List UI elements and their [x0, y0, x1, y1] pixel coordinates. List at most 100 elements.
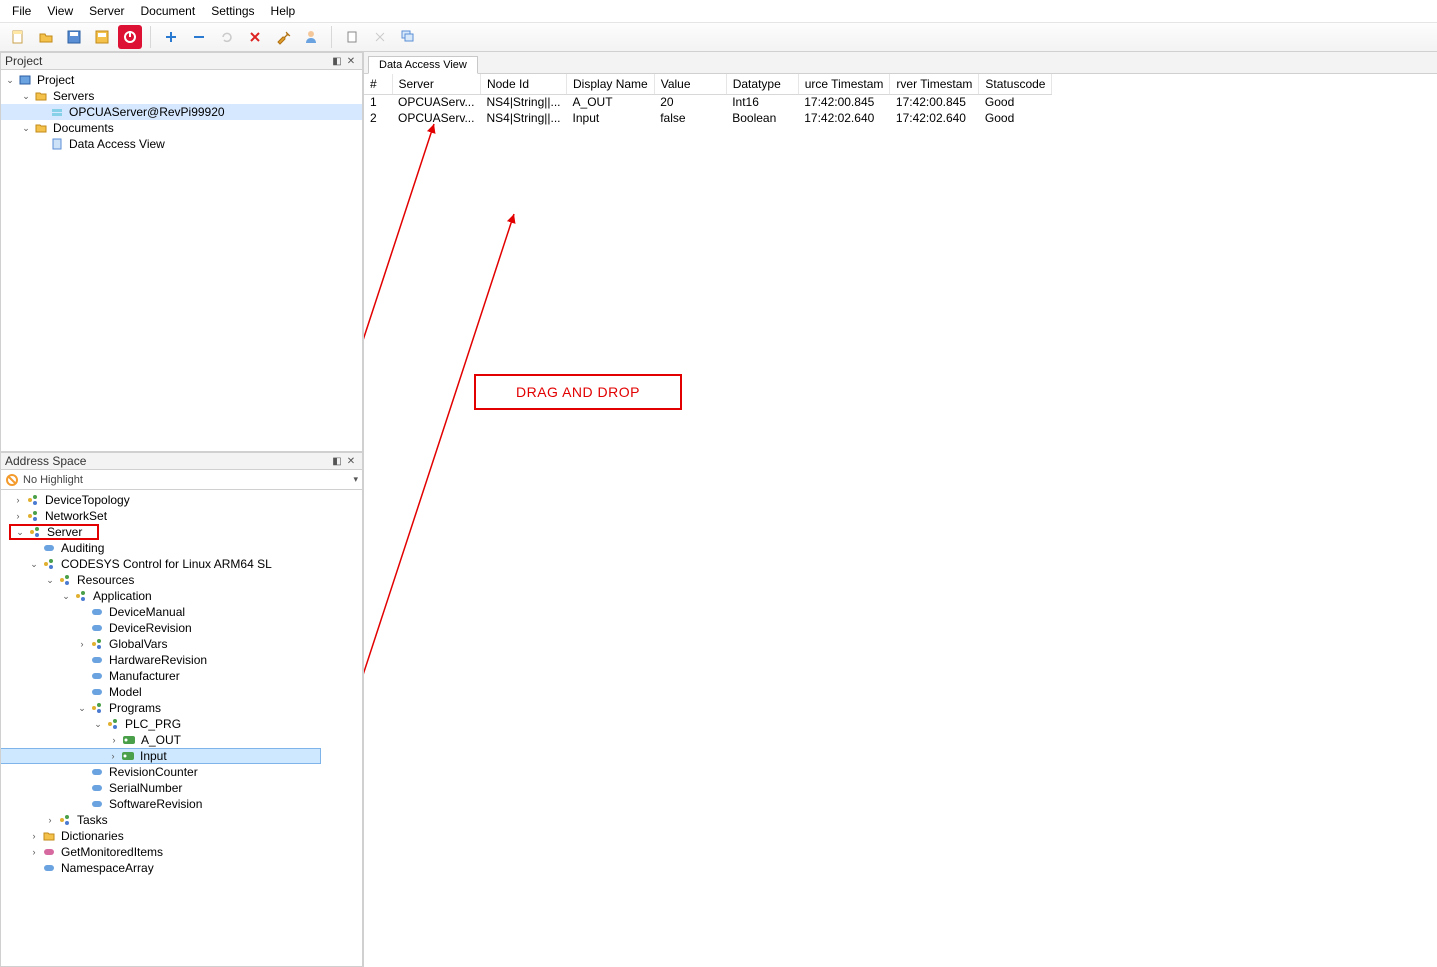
tree-get-monitored-items[interactable]: ›GetMonitoredItems	[25, 844, 362, 860]
tree-documents[interactable]: ⌄ Documents	[17, 120, 362, 136]
cell-nodeid: NS4|String||...	[480, 94, 566, 110]
chevron-right-icon[interactable]: ›	[43, 815, 57, 825]
panel-pin-icon[interactable]: ◧	[330, 456, 344, 467]
save-all-button[interactable]	[90, 25, 114, 49]
cell-server: OPCUAServ...	[392, 110, 480, 126]
tree-device-topology[interactable]: ›DeviceTopology	[9, 492, 362, 508]
tree-dav-doc[interactable]: Data Access View	[33, 136, 362, 152]
menu-view[interactable]: View	[39, 2, 81, 20]
highlight-dropdown[interactable]: No Highlight ▾	[0, 470, 363, 490]
open-button[interactable]	[34, 25, 58, 49]
settings-button[interactable]	[271, 25, 295, 49]
tree-dictionaries[interactable]: ›Dictionaries	[25, 828, 362, 844]
cell-value: 20	[654, 94, 726, 110]
tree-revision-counter[interactable]: RevisionCounter	[73, 764, 362, 780]
add-button[interactable]	[159, 25, 183, 49]
project-tree[interactable]: ⌄ Project ⌄ Servers	[0, 70, 363, 452]
menu-settings[interactable]: Settings	[203, 2, 262, 20]
save-all-icon	[94, 29, 110, 45]
chevron-down-icon[interactable]: ▾	[353, 474, 358, 485]
tree-resources[interactable]: ⌄Resources	[41, 572, 362, 588]
col-display-name[interactable]: Display Name	[567, 74, 655, 94]
col-statuscode[interactable]: Statuscode	[979, 74, 1052, 94]
tree-programs[interactable]: ⌄Programs	[73, 700, 362, 716]
tree-network-set[interactable]: ›NetworkSet	[9, 508, 362, 524]
tree-serial-number[interactable]: SerialNumber	[73, 780, 362, 796]
cell-src: 17:42:02.640	[798, 110, 890, 126]
refresh-button[interactable]	[215, 25, 239, 49]
new-doc-button[interactable]	[6, 25, 30, 49]
table-row[interactable]: 1OPCUAServ...NS4|String||...A_OUT20Int16…	[364, 94, 1052, 110]
chevron-down-icon[interactable]: ⌄	[13, 527, 27, 538]
chevron-down-icon[interactable]: ⌄	[19, 91, 33, 102]
col-node-id[interactable]: Node Id	[480, 74, 566, 94]
minus-icon	[192, 30, 206, 44]
chevron-right-icon[interactable]: ›	[75, 639, 89, 649]
power-button[interactable]	[118, 25, 142, 49]
menu-server[interactable]: Server	[81, 2, 132, 20]
data-access-view[interactable]: #ServerNode IdDisplay NameValueDatatypeu…	[364, 74, 1437, 967]
remove-button[interactable]	[187, 25, 211, 49]
chevron-down-icon[interactable]: ⌄	[27, 559, 41, 570]
clipboard-icon	[345, 30, 359, 44]
cut-button[interactable]	[368, 25, 392, 49]
dav-table[interactable]: #ServerNode IdDisplay NameValueDatatypeu…	[364, 74, 1052, 126]
tree-global-vars[interactable]: ›GlobalVars	[73, 636, 362, 652]
tree-manufacturer[interactable]: Manufacturer	[73, 668, 362, 684]
tree-namespace-array[interactable]: NamespaceArray	[25, 860, 362, 876]
tree-servers[interactable]: ⌄ Servers	[17, 88, 362, 104]
panel-close-icon[interactable]: ✕	[344, 56, 358, 67]
annotation-arrows	[364, 74, 1064, 844]
col--[interactable]: #	[364, 74, 392, 94]
chevron-right-icon[interactable]: ›	[107, 735, 121, 745]
chevron-down-icon[interactable]: ⌄	[91, 719, 105, 730]
tree-plc-prg[interactable]: ⌄PLC_PRG	[89, 716, 362, 732]
menu-file[interactable]: File	[4, 2, 39, 20]
col-value[interactable]: Value	[654, 74, 726, 94]
tree-server-node[interactable]: OPCUAServer@RevPi99920	[0, 104, 362, 120]
col-urce-timestam[interactable]: urce Timestam	[798, 74, 890, 94]
tree-application[interactable]: ⌄Application	[57, 588, 362, 604]
table-row[interactable]: 2OPCUAServ...NS4|String||...InputfalseBo…	[364, 110, 1052, 126]
chevron-down-icon[interactable]: ⌄	[19, 123, 33, 134]
address-tree[interactable]: ›DeviceTopology ›NetworkSet ⌄Server Audi…	[0, 490, 363, 967]
panel-pin-icon[interactable]: ◧	[330, 56, 344, 67]
windows-button[interactable]	[396, 25, 420, 49]
chevron-down-icon[interactable]: ⌄	[43, 575, 57, 586]
tree-device-manual[interactable]: DeviceManual	[73, 604, 362, 620]
tree-input[interactable]: ›Input	[0, 748, 321, 764]
plus-icon	[164, 30, 178, 44]
tree-codesys[interactable]: ⌄CODESYS Control for Linux ARM64 SL	[25, 556, 362, 572]
col-rver-timestam[interactable]: rver Timestam	[890, 74, 979, 94]
col-datatype[interactable]: Datatype	[726, 74, 798, 94]
tree-hardware-revision[interactable]: HardwareRevision	[73, 652, 362, 668]
tab-data-access-view[interactable]: Data Access View	[368, 56, 478, 74]
tree-server[interactable]: ⌄Server	[9, 524, 99, 540]
menu-document[interactable]: Document	[132, 2, 203, 20]
chevron-down-icon[interactable]: ⌄	[59, 591, 73, 602]
save-button[interactable]	[62, 25, 86, 49]
tree-model[interactable]: Model	[73, 684, 362, 700]
chevron-right-icon[interactable]: ›	[106, 751, 120, 761]
panel-close-icon[interactable]: ✕	[344, 456, 358, 467]
tree-auditing[interactable]: Auditing	[25, 540, 362, 556]
chevron-right-icon[interactable]: ›	[11, 511, 25, 521]
delete-button[interactable]	[243, 25, 267, 49]
tree-tasks[interactable]: ›Tasks	[41, 812, 362, 828]
tree-a-out[interactable]: ›A_OUT	[105, 732, 362, 748]
col-server[interactable]: Server	[392, 74, 480, 94]
menu-help[interactable]: Help	[263, 2, 304, 20]
chevron-right-icon[interactable]: ›	[27, 831, 41, 841]
tree-software-revision[interactable]: SoftwareRevision	[73, 796, 362, 812]
chevron-down-icon[interactable]: ⌄	[3, 75, 17, 86]
tree-device-revision[interactable]: DeviceRevision	[73, 620, 362, 636]
chevron-down-icon[interactable]: ⌄	[75, 703, 89, 714]
tree-root-project[interactable]: ⌄ Project	[1, 72, 362, 88]
object-icon	[57, 572, 73, 588]
object-icon	[105, 716, 121, 732]
chevron-right-icon[interactable]: ›	[11, 495, 25, 505]
clipboard-button[interactable]	[340, 25, 364, 49]
chevron-right-icon[interactable]: ›	[27, 847, 41, 857]
user-button[interactable]	[299, 25, 323, 49]
variable-icon	[89, 652, 105, 668]
